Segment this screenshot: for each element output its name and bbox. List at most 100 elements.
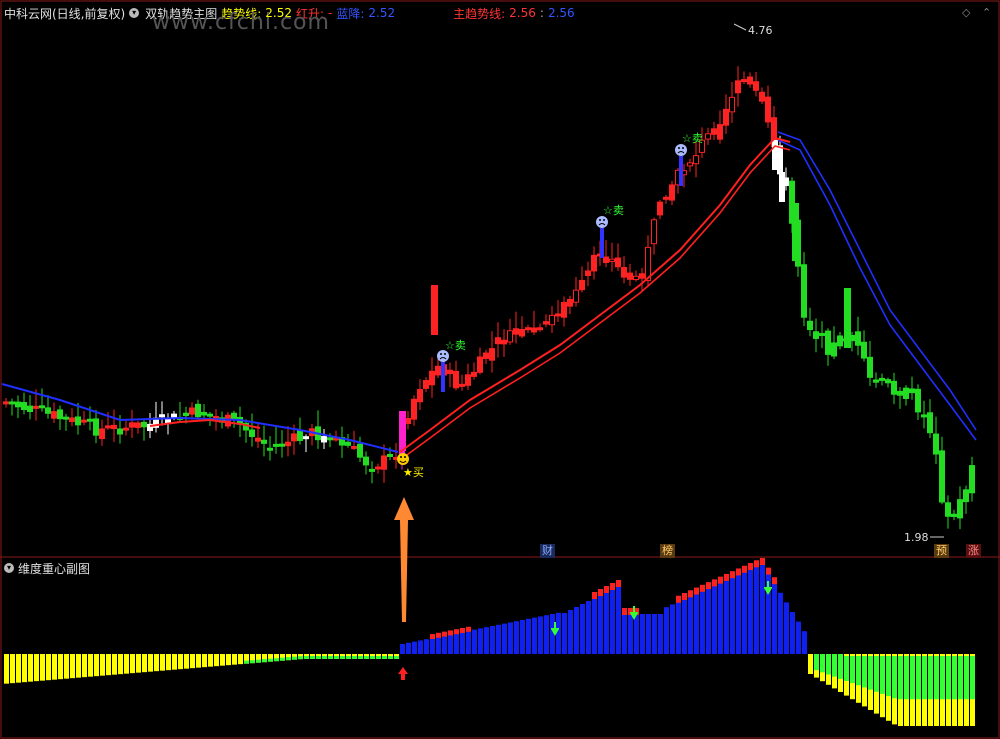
sub-bar (442, 631, 447, 654)
sub-bar (712, 579, 717, 654)
candle (195, 399, 201, 419)
sub-bar (688, 590, 693, 654)
sub-bar (400, 644, 405, 654)
candle (933, 416, 939, 465)
sub-bar (904, 654, 909, 726)
sub-bar (94, 654, 99, 677)
candle (867, 340, 873, 386)
sub-bar (304, 654, 309, 659)
sub-chart-header: ▾ 维度重心副图 (4, 560, 90, 576)
candle (903, 385, 909, 406)
candle (489, 331, 495, 373)
candle (303, 434, 309, 453)
sub-bar (814, 654, 819, 678)
sub-bar (274, 654, 279, 662)
sub-bar (604, 586, 609, 654)
sub-chart-title[interactable]: 维度重心副图 (18, 560, 90, 577)
sub-bar (418, 640, 423, 654)
sub-bar (952, 654, 957, 726)
sub-bar (406, 642, 411, 654)
sub-bar (790, 612, 795, 654)
sub-bar (76, 654, 81, 678)
candle (357, 436, 363, 462)
candle (567, 295, 573, 315)
candle (381, 444, 387, 483)
candle (543, 314, 549, 328)
sub-bar (760, 558, 765, 654)
sub-bar (64, 654, 69, 679)
candle (855, 316, 861, 356)
candle (729, 81, 735, 123)
sub-bar (196, 654, 201, 668)
candle (621, 256, 627, 284)
sell-signal-label-1: ☆卖 (445, 339, 466, 352)
sub-bar (184, 654, 189, 669)
sub-bar (640, 614, 645, 654)
candle (693, 141, 699, 178)
candle (807, 307, 813, 337)
sub-bar (334, 654, 339, 659)
candle (735, 66, 741, 107)
forecast-badge[interactable]: 预 (934, 544, 949, 558)
candle (339, 426, 345, 458)
sub-bar (310, 654, 315, 659)
candle (585, 261, 591, 287)
candle (15, 395, 21, 419)
limit-up-badge[interactable]: 涨 (966, 544, 981, 558)
sub-bar (298, 654, 303, 660)
sub-bar (574, 607, 579, 654)
sub-bar (802, 631, 807, 654)
sub-bar (934, 654, 939, 726)
sub-bar (112, 654, 117, 675)
sub-bar (820, 654, 825, 682)
sub-bar (598, 589, 603, 654)
sub-bar (4, 654, 9, 684)
sub-bar (538, 616, 543, 654)
sub-bar (682, 593, 687, 654)
chevron-down-icon[interactable]: ▾ (4, 563, 14, 573)
candle (885, 377, 891, 388)
sub-bar (484, 627, 489, 654)
sub-bar (928, 654, 933, 726)
sub-bar (382, 654, 387, 659)
candle (369, 461, 375, 484)
sub-bar (82, 654, 87, 678)
candle (431, 285, 438, 335)
sub-bar (970, 654, 975, 726)
sub-bar (694, 587, 699, 654)
candle (837, 331, 843, 350)
sub-bar (388, 654, 393, 659)
candle (519, 316, 525, 339)
candle (633, 270, 639, 282)
sub-bar (466, 626, 471, 654)
candle (243, 419, 249, 443)
sub-bar (568, 610, 573, 654)
candle (657, 199, 663, 220)
trend-blue-line-2 (777, 131, 977, 441)
sub-bar (148, 654, 153, 672)
candle (411, 395, 417, 426)
sub-bar (826, 654, 831, 685)
sub-bar (292, 654, 297, 660)
sub-bar (226, 654, 231, 666)
sub-bar (856, 654, 861, 703)
kline-chart[interactable]: 4.76 1.98 ★买 ☆卖 ☆卖 ☆卖 (0, 0, 1000, 739)
sell-signal-label-3: ☆卖 (682, 132, 703, 145)
sub-bar (424, 639, 429, 654)
candle (507, 318, 513, 345)
candle (273, 426, 279, 454)
candle (717, 110, 723, 144)
candle (63, 413, 69, 431)
candle (141, 418, 147, 441)
candle (321, 428, 327, 449)
sub-bar (610, 583, 615, 654)
sub-bar (508, 622, 513, 654)
candle (921, 400, 927, 429)
candle (255, 422, 261, 449)
sub-bar (940, 654, 945, 726)
candle (555, 300, 561, 322)
finance-badge[interactable]: 财 (540, 544, 555, 558)
rank-badge[interactable]: 榜 (660, 544, 675, 558)
candle (531, 310, 537, 336)
sub-bar (556, 612, 561, 654)
